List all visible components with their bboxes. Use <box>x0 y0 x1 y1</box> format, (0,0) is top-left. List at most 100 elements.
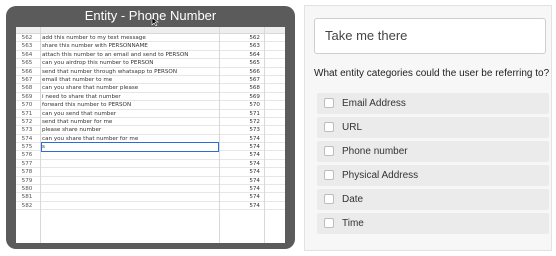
checkbox[interactable] <box>324 98 334 108</box>
table-row[interactable]: 568 can you share that number please 568 <box>16 84 285 93</box>
option-label: URL <box>342 122 363 133</box>
id-cell[interactable]: 562 <box>220 34 264 42</box>
id-cell[interactable]: 574 <box>220 151 264 159</box>
option-label: Time <box>342 218 364 229</box>
row-number: 574 <box>21 135 33 142</box>
id-cell[interactable]: 563 <box>220 42 264 50</box>
utterance-cell[interactable]: email that number to me <box>42 76 218 84</box>
take-me-there-button[interactable]: Take me there <box>314 18 546 54</box>
row-number: 568 <box>21 85 33 92</box>
table-row[interactable]: 573 please share number 573 <box>16 126 285 135</box>
table-row[interactable]: 578 574 <box>16 168 285 177</box>
option-phone-number[interactable]: Phone number <box>317 141 549 162</box>
row-number: 569 <box>21 93 33 100</box>
utterance-cell[interactable]: can you airdrop this number to PERSON <box>42 59 218 67</box>
option-date[interactable]: Date <box>317 189 549 210</box>
id-cell[interactable]: 574 <box>220 135 264 143</box>
id-cell[interactable]: 570 <box>220 101 264 109</box>
option-label: Phone number <box>342 146 408 157</box>
utterance-cell[interactable]: can you share that number please <box>42 84 218 92</box>
row-number: 562 <box>21 35 33 41</box>
table-row[interactable]: 564 attach this number to an email and se… <box>16 51 285 60</box>
checkbox[interactable] <box>324 170 334 180</box>
id-cell[interactable]: 574 <box>220 202 264 210</box>
table-row[interactable]: 569 i need to share that number 569 <box>16 93 285 102</box>
utterance-cell[interactable]: can you share that number for me <box>42 135 218 143</box>
row-number: 578 <box>21 169 33 176</box>
id-cell[interactable]: 564 <box>220 51 264 59</box>
id-cell[interactable]: 574 <box>220 160 264 168</box>
option-url[interactable]: URL <box>317 117 549 138</box>
id-cell[interactable]: 571 <box>220 110 264 118</box>
table-row[interactable]: 580 574 <box>16 185 285 194</box>
spreadsheet-grid[interactable]: 562 add this number to my text message 562… <box>16 27 285 243</box>
checkbox[interactable] <box>324 122 334 132</box>
row-number: 573 <box>21 127 33 134</box>
table-row[interactable]: 581 574 <box>16 193 285 202</box>
id-cell[interactable]: 574 <box>220 193 264 201</box>
row-number: 563 <box>21 43 33 50</box>
id-cell[interactable]: 566 <box>220 68 264 76</box>
mouse-cursor-icon <box>151 17 159 26</box>
table-row[interactable]: 574 can you share that number for me 574 <box>16 135 285 144</box>
utterance-cell[interactable]: add this number to my text message <box>42 34 218 42</box>
id-cell[interactable]: 567 <box>220 76 264 84</box>
id-cell[interactable]: 573 <box>220 126 264 134</box>
option-label: Physical Address <box>342 170 419 181</box>
option-physical-address[interactable]: Physical Address <box>317 165 549 186</box>
utterance-cell[interactable]: send that number for me <box>42 118 218 126</box>
table-row[interactable]: 570 forward this number to PERSON 570 <box>16 101 285 110</box>
id-cell[interactable]: 565 <box>220 59 264 67</box>
checkbox[interactable] <box>324 218 334 228</box>
column-divider <box>264 27 265 243</box>
sheet-rows: 562 add this number to my text message 562… <box>16 34 285 211</box>
row-number: 565 <box>21 60 33 67</box>
column-header-row <box>16 27 285 34</box>
id-cell[interactable]: 574 <box>220 177 264 185</box>
row-number: 582 <box>21 202 33 209</box>
id-cell[interactable]: 574 <box>220 143 264 151</box>
option-time[interactable]: Time <box>317 213 549 234</box>
table-row[interactable]: 563 share this number with PERSONNAME 563 <box>16 42 285 51</box>
table-row[interactable]: 566 send that number through whatsapp to … <box>16 68 285 76</box>
id-cell[interactable]: 574 <box>220 185 264 193</box>
utterance-cell[interactable]: please share number <box>42 126 218 134</box>
column-divider <box>40 27 41 243</box>
row-number: 577 <box>21 160 33 167</box>
utterance-cell[interactable]: share this number with PERSONNAME <box>42 42 218 50</box>
table-row[interactable]: 577 574 <box>16 160 285 169</box>
id-cell[interactable]: 572 <box>220 118 264 126</box>
utterance-cell[interactable]: attach this number to an email and send … <box>42 51 218 59</box>
utterance-cell[interactable]: i need to share that number <box>42 93 218 101</box>
utterance-cell[interactable]: send that number through whatsapp to PER… <box>42 68 218 76</box>
entity-question-panel: Take me there What entity categories cou… <box>304 5 552 251</box>
active-cell[interactable]: s <box>41 142 219 153</box>
table-row[interactable]: 567 email that number to me 567 <box>16 76 285 85</box>
table-row[interactable]: 565 can you airdrop this number to PERSON… <box>16 59 285 68</box>
row-number: 564 <box>21 51 33 58</box>
id-cell[interactable]: 568 <box>220 84 264 92</box>
table-row[interactable]: 571 can you send that number 571 <box>16 110 285 118</box>
spreadsheet-window: Entity - Phone Number 562 add this number… <box>6 6 295 249</box>
row-number: 572 <box>21 118 33 125</box>
id-cell[interactable]: 574 <box>220 168 264 176</box>
row-number: 566 <box>21 68 33 75</box>
checkbox[interactable] <box>324 194 334 204</box>
table-row[interactable]: 575 s 574 <box>16 142 285 153</box>
row-number: 580 <box>21 186 33 193</box>
row-number: 581 <box>21 194 33 201</box>
table-row[interactable]: 582 574 <box>16 202 285 211</box>
row-number: 567 <box>21 76 33 83</box>
option-label: Date <box>342 194 364 205</box>
utterance-cell[interactable]: can you send that number <box>42 110 218 118</box>
id-cell[interactable]: 569 <box>220 93 264 101</box>
checkbox[interactable] <box>324 146 334 156</box>
table-row[interactable]: 576 574 <box>16 151 285 160</box>
table-row[interactable]: 579 574 <box>16 177 285 186</box>
table-row[interactable]: 562 add this number to my text message 562 <box>16 34 285 43</box>
option-email-address[interactable]: Email Address <box>317 93 549 114</box>
utterance-cell[interactable]: forward this number to PERSON <box>42 101 218 109</box>
row-number: 571 <box>21 110 33 117</box>
option-label: Email Address <box>342 98 406 109</box>
table-row[interactable]: 572 send that number for me 572 <box>16 118 285 127</box>
